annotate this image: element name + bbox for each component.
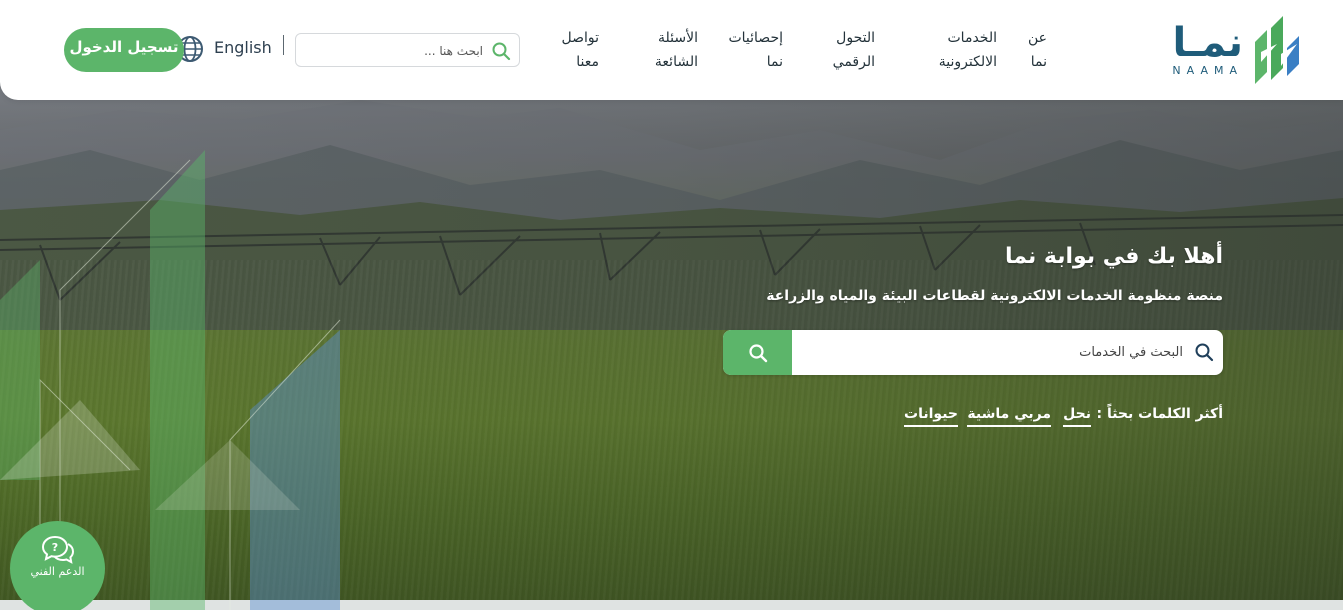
logo-wordmark: نمـا (1172, 20, 1243, 66)
search-icon[interactable] (491, 41, 511, 61)
nav-statistics[interactable]: إحصائيات نما (717, 26, 783, 74)
search-icon (1195, 343, 1214, 362)
hero-subtitle: منصة منظومة الخدمات الالكترونية لقطاعات … (766, 288, 1223, 304)
keyword-link[interactable]: مربي ماشية (967, 406, 1051, 427)
nav-about[interactable]: عن نما (1013, 26, 1047, 74)
keyword-link[interactable]: حيوانات (904, 406, 958, 427)
keyword-link[interactable]: نحل (1063, 406, 1091, 427)
technical-support-label: الدعم الفني (30, 565, 85, 578)
language-switch[interactable]: English (214, 38, 272, 57)
popular-keywords-label: أكثر الكلمات بحثاً : (1096, 406, 1223, 422)
login-button[interactable]: تسجيل الدخول (64, 28, 184, 72)
logo-latin-text: NAAMA (1172, 64, 1243, 77)
services-search (723, 330, 1223, 375)
search-icon (749, 344, 768, 363)
header-divider (283, 35, 284, 55)
nav-contact[interactable]: تواصل معنا (543, 26, 599, 74)
nav-faq[interactable]: الأسئلة الشائعة (628, 26, 698, 74)
svg-text:?: ? (52, 541, 58, 554)
logo-mark-icon (1255, 16, 1299, 84)
nav-e-services[interactable]: الخدمات الالكترونية (907, 26, 997, 74)
services-search-input[interactable] (803, 341, 1183, 363)
services-search-button[interactable] (723, 330, 792, 375)
chat-bubbles-icon: ? (41, 535, 75, 564)
naama-logo[interactable]: نمـا NAAMA (1147, 14, 1307, 86)
technical-support-button[interactable]: ? الدعم الفني (10, 521, 105, 610)
header-search-input[interactable] (313, 40, 483, 62)
site-header: نمـا NAAMA عن نما الخدمات الالكترونية ال… (0, 0, 1343, 100)
hero-title: أهلا بك في بوابة نما (1004, 244, 1223, 269)
nav-digital-transformation[interactable]: التحول الرقمي (805, 26, 875, 74)
header-search (295, 33, 520, 67)
